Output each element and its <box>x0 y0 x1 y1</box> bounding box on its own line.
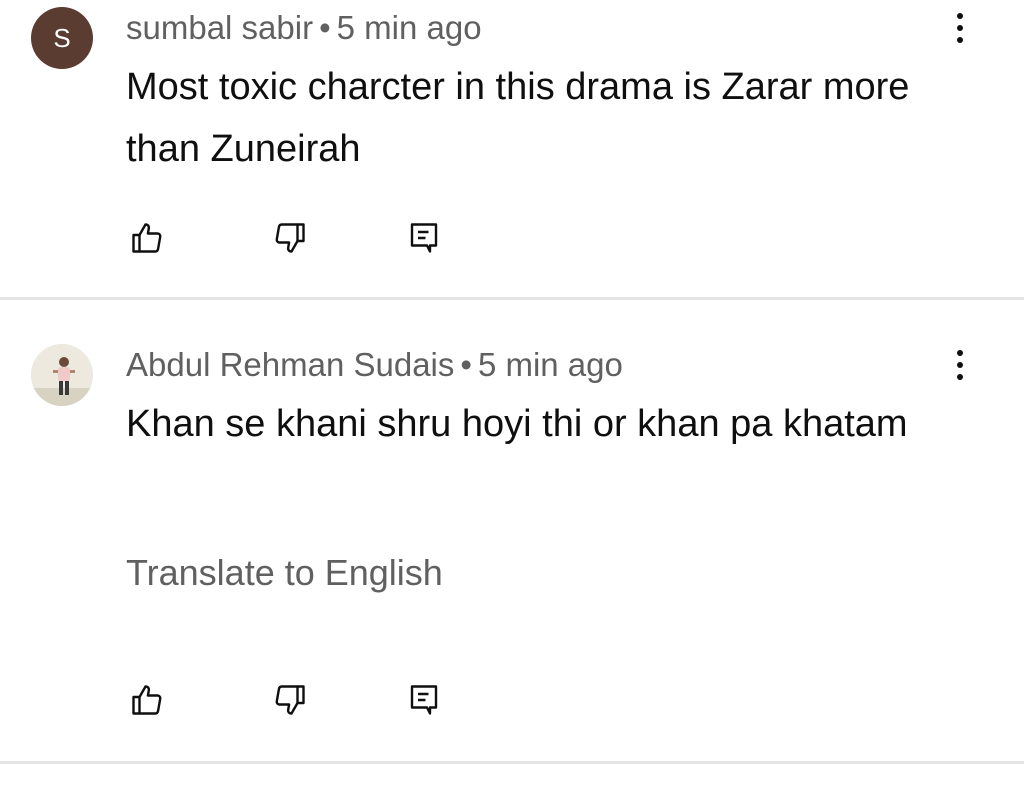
dislike-button[interactable] <box>270 218 310 258</box>
like-button[interactable] <box>127 680 167 720</box>
comment-divider <box>0 761 1024 764</box>
more-vert-icon <box>957 13 963 19</box>
more-vert-icon <box>957 350 963 356</box>
more-options-button[interactable] <box>940 340 980 390</box>
comment-meta: sumbal sabir • 5 min ago <box>126 8 482 48</box>
more-options-button[interactable] <box>940 3 980 53</box>
menu-dot <box>957 25 963 31</box>
avatar-letter: S <box>53 22 71 53</box>
reply-icon <box>410 223 438 253</box>
avatar-photo-image <box>31 344 93 406</box>
comment-text: Khan se khani shru hoyi thi or khan pa k… <box>126 403 908 445</box>
reply-button[interactable] <box>404 218 444 258</box>
translate-button[interactable]: Translate to English <box>126 551 443 595</box>
thumbs-down-icon <box>275 223 305 253</box>
comment-time: 5 min ago <box>477 346 623 383</box>
comment-meta: Abdul Rehman Sudais • 5 min ago <box>126 345 623 385</box>
comment-1: S sumbal sabir • 5 min ago Most toxic char… <box>0 0 1024 300</box>
comment-author[interactable]: Abdul Rehman Sudais <box>126 346 454 383</box>
comment-text: Most toxic charcter in this drama is Zar… <box>126 66 910 170</box>
thumbs-down-icon <box>275 685 305 715</box>
comment-time: 5 min ago <box>336 9 482 46</box>
avatar[interactable]: S <box>31 7 93 69</box>
reply-button[interactable] <box>404 680 444 720</box>
comment-author[interactable]: sumbal sabir <box>126 9 313 46</box>
avatar[interactable] <box>31 344 93 406</box>
comment-2: Abdul Rehman Sudais • 5 min ago Khan se kh… <box>0 300 1024 764</box>
menu-dot <box>957 37 963 43</box>
menu-dot <box>957 374 963 380</box>
meta-separator: • <box>319 9 331 46</box>
reply-icon <box>410 685 438 715</box>
thumbs-up-icon <box>132 223 162 253</box>
thumbs-up-icon <box>132 685 162 715</box>
menu-dot <box>957 362 963 368</box>
dislike-button[interactable] <box>270 680 310 720</box>
meta-separator: • <box>460 346 472 383</box>
like-button[interactable] <box>127 218 167 258</box>
